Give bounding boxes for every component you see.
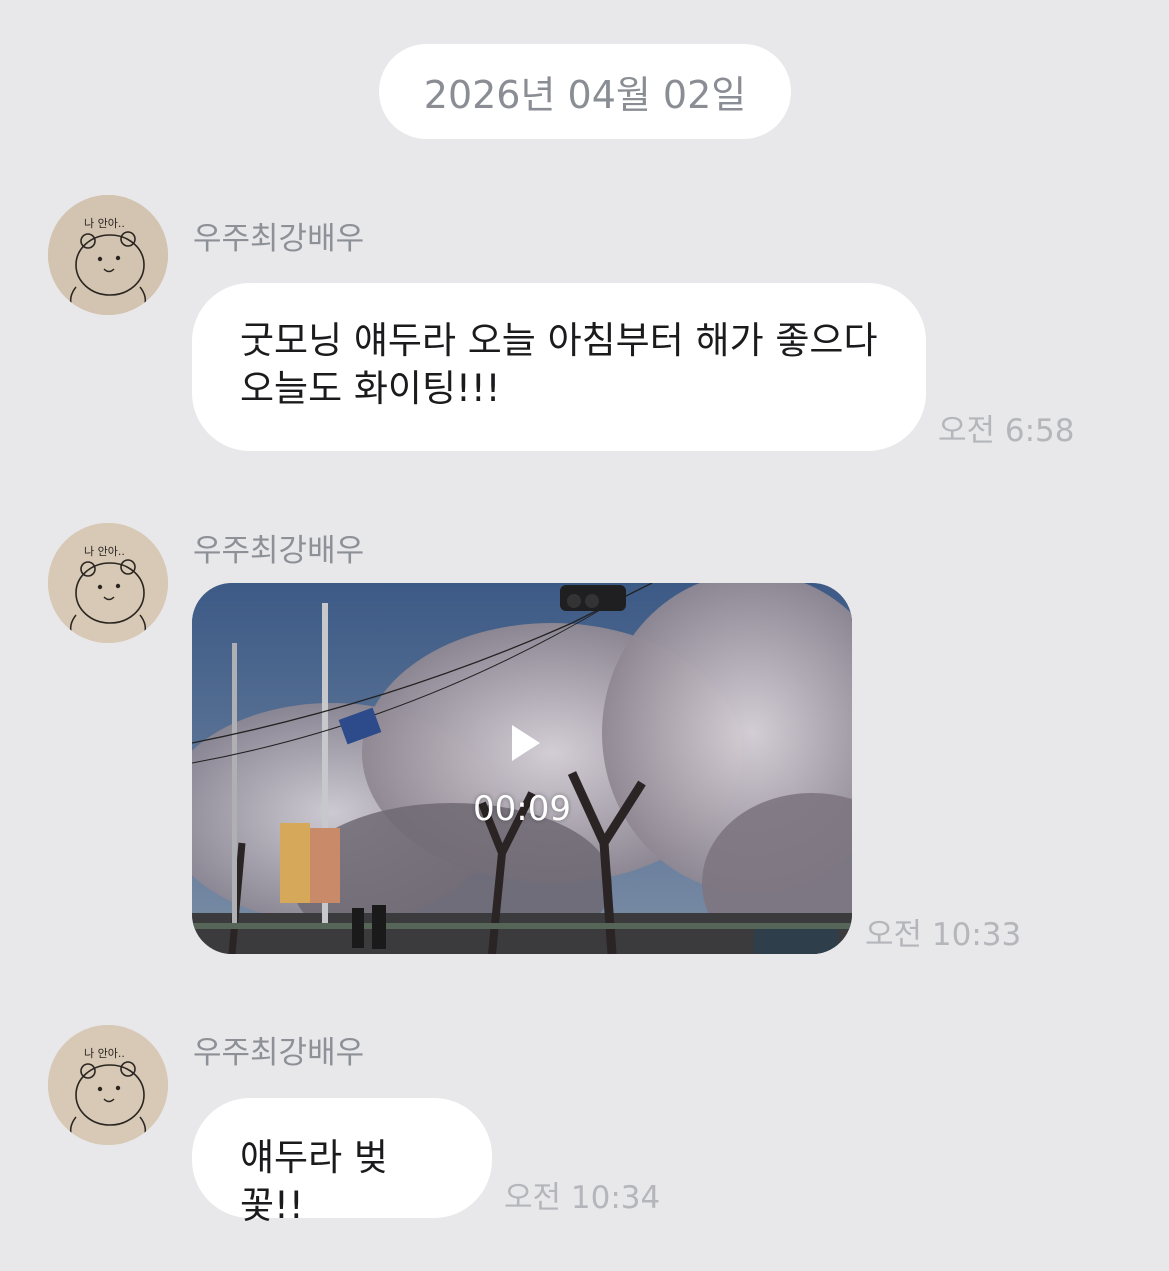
message-text: 얘두라 벚꽃!! — [240, 1136, 388, 1227]
bear-drawing-avatar-icon: 나 안아.. — [48, 1025, 168, 1145]
video-message[interactable]: 00:09 — [192, 583, 852, 954]
message-line: 굿모닝 얘두라 오늘 아침부터 해가 좋으다 — [240, 319, 878, 362]
message-line: 오늘도 화이팅!!! — [240, 367, 501, 410]
video-duration: 00:09 — [473, 789, 571, 829]
bear-drawing-avatar-icon: 나 안아.. — [48, 523, 168, 643]
play-icon[interactable] — [498, 719, 546, 767]
date-divider: 2026년 04월 02일 — [379, 44, 791, 139]
sender-avatar[interactable]: 나 안아.. — [48, 523, 168, 643]
message-time: 오전 10:34 — [504, 1180, 661, 1216]
message-bubble[interactable]: 얘두라 벚꽃!! — [192, 1098, 492, 1227]
message-bubble[interactable]: 굿모닝 얘두라 오늘 아침부터 해가 좋으다 오늘도 화이팅!!! — [192, 283, 926, 451]
sender-name: 우주최강배우 — [193, 1035, 365, 1071]
message-time: 오전 10:33 — [865, 917, 1022, 953]
svg-text:나 안아..: 나 안아.. — [84, 1047, 125, 1060]
message-time: 오전 6:58 — [938, 413, 1075, 449]
video-thumbnail — [192, 583, 852, 954]
sender-avatar[interactable]: 나 안아.. — [48, 195, 168, 315]
sender-name: 우주최강배우 — [193, 221, 365, 257]
svg-text:나 안아..: 나 안아.. — [84, 217, 125, 230]
bear-drawing-avatar-icon: 나 안아.. — [48, 195, 168, 315]
sender-avatar[interactable]: 나 안아.. — [48, 1025, 168, 1145]
sender-name: 우주최강배우 — [193, 533, 365, 569]
svg-text:나 안아..: 나 안아.. — [84, 545, 125, 558]
